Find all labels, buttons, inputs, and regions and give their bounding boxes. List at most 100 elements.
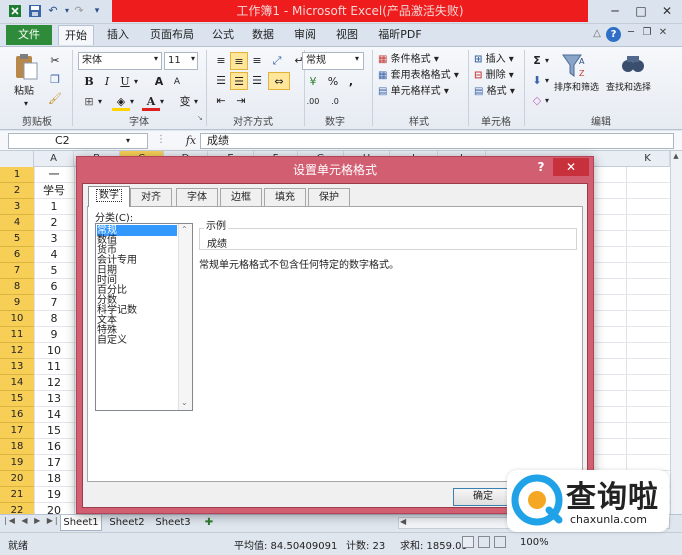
- dialog-tab-font[interactable]: 字体: [176, 188, 218, 206]
- cell-a[interactable]: 6: [34, 279, 74, 295]
- insert-cells-button[interactable]: ⊞ 插入 ▾: [474, 52, 514, 68]
- increase-decimal-icon[interactable]: .00: [304, 93, 322, 111]
- paste-dropdown-icon[interactable]: ▾: [24, 99, 28, 108]
- sheet-tab-3[interactable]: Sheet3: [152, 515, 194, 531]
- row-header[interactable]: 19: [0, 455, 34, 471]
- row-header[interactable]: 8: [0, 279, 34, 295]
- cell-a[interactable]: 4: [34, 247, 74, 263]
- row-header[interactable]: 16: [0, 407, 34, 423]
- maximize-icon[interactable]: □: [628, 0, 654, 22]
- cell-a[interactable]: 10: [34, 343, 74, 359]
- name-box-dropdown-icon[interactable]: ▾: [126, 136, 130, 145]
- cell-a[interactable]: 13: [34, 391, 74, 407]
- conditional-format-button[interactable]: ▦ 条件格式 ▾: [378, 52, 439, 68]
- border-icon[interactable]: ⊞: [80, 93, 98, 111]
- dialog-tab-fill[interactable]: 填充: [264, 188, 306, 206]
- cell-a[interactable]: 16: [34, 439, 74, 455]
- column-header[interactable]: K: [626, 151, 670, 167]
- workbook-restore-icon[interactable]: ❐: [640, 27, 654, 41]
- find-select-button[interactable]: 查找和选择: [606, 80, 651, 96]
- font-name-dropdown-icon[interactable]: ▾: [154, 54, 158, 63]
- ok-button[interactable]: 确定: [453, 488, 513, 506]
- align-middle-icon[interactable]: ≡: [230, 52, 248, 70]
- merge-center-icon[interactable]: ⇔: [268, 72, 290, 90]
- formula-input[interactable]: 成绩: [200, 133, 674, 149]
- cell-a[interactable]: 2: [34, 215, 74, 231]
- underline-button[interactable]: U: [116, 73, 134, 91]
- row-header[interactable]: 1: [0, 167, 34, 183]
- phonetic-dropdown-icon[interactable]: ▾: [194, 97, 198, 106]
- border-dropdown-icon[interactable]: ▾: [98, 97, 102, 106]
- tab-page-layout[interactable]: 页面布局: [144, 25, 200, 45]
- paste-icon[interactable]: [12, 52, 40, 82]
- font-size-dropdown-icon[interactable]: ▾: [191, 54, 195, 63]
- currency-icon[interactable]: ¥: [304, 73, 322, 91]
- dialog-tab-alignment[interactable]: 对齐: [130, 188, 172, 206]
- italic-button[interactable]: I: [98, 73, 116, 91]
- sort-filter-icon[interactable]: AZ: [560, 52, 588, 80]
- row-header[interactable]: 4: [0, 215, 34, 231]
- scroll-up-icon[interactable]: ▲: [671, 152, 681, 162]
- category-list-scrollbar[interactable]: [178, 224, 192, 410]
- vertical-scrollbar[interactable]: [670, 151, 682, 514]
- format-cells-button[interactable]: ▤ 格式 ▾: [474, 84, 515, 100]
- row-header[interactable]: 13: [0, 359, 34, 375]
- scroll-left-icon[interactable]: ◀: [400, 517, 406, 526]
- row-header[interactable]: 12: [0, 343, 34, 359]
- tab-file[interactable]: 文件: [6, 25, 52, 45]
- cell-a[interactable]: 19: [34, 487, 74, 503]
- autosum-icon[interactable]: Σ: [528, 52, 546, 70]
- underline-dropdown-icon[interactable]: ▾: [134, 77, 138, 86]
- tab-foxit-pdf[interactable]: 福昕PDF: [372, 25, 428, 45]
- cell-a[interactable]: 18: [34, 471, 74, 487]
- fill-dropdown-icon[interactable]: ▾: [545, 76, 549, 85]
- cell-styles-button[interactable]: ▤ 单元格样式 ▾: [378, 84, 449, 100]
- insert-function-button[interactable]: fx: [182, 132, 200, 150]
- align-top-icon[interactable]: ≡: [212, 52, 230, 70]
- cell-a[interactable]: 1: [34, 199, 74, 215]
- tab-formulas[interactable]: 公式: [206, 25, 240, 45]
- fill-color-dropdown-icon[interactable]: ▾: [130, 97, 134, 106]
- number-format-dropdown-icon[interactable]: ▾: [355, 54, 359, 63]
- insert-sheet-icon[interactable]: ✚: [200, 515, 218, 531]
- row-header[interactable]: 11: [0, 327, 34, 343]
- font-name-combo[interactable]: 宋体: [78, 52, 162, 70]
- decrease-decimal-icon[interactable]: .0: [326, 93, 344, 111]
- dialog-tab-border[interactable]: 边框: [220, 188, 262, 206]
- row-header[interactable]: 20: [0, 471, 34, 487]
- cell-a[interactable]: 12: [34, 375, 74, 391]
- shrink-font-button[interactable]: A: [168, 73, 186, 91]
- zoom-level[interactable]: 100%: [520, 537, 549, 548]
- cell-a[interactable]: 3: [34, 231, 74, 247]
- formula-bar-grip-icon[interactable]: ⋮: [156, 134, 166, 145]
- cell-a[interactable]: 15: [34, 423, 74, 439]
- row-header[interactable]: 3: [0, 199, 34, 215]
- row-header[interactable]: 17: [0, 423, 34, 439]
- column-header[interactable]: A: [34, 151, 74, 167]
- format-as-table-button[interactable]: ▦ 套用表格格式 ▾: [378, 68, 459, 84]
- align-bottom-icon[interactable]: ≡: [248, 52, 266, 70]
- font-color-icon[interactable]: A: [142, 93, 160, 111]
- align-right-icon[interactable]: ☰: [248, 72, 266, 90]
- row-header[interactable]: 6: [0, 247, 34, 263]
- orientation-icon[interactable]: ⤢: [268, 52, 286, 70]
- redo-icon[interactable]: ↷: [72, 4, 86, 18]
- excel-logo-icon[interactable]: [8, 4, 22, 18]
- cell-a[interactable]: 5: [34, 263, 74, 279]
- delete-cells-button[interactable]: ⊟ 删除 ▾: [474, 68, 514, 84]
- sheet-tab-1[interactable]: Sheet1: [60, 515, 102, 531]
- tab-insert[interactable]: 插入: [100, 25, 136, 45]
- row-header[interactable]: 7: [0, 263, 34, 279]
- font-dialog-launcher-icon[interactable]: ↘: [197, 114, 205, 122]
- align-left-icon[interactable]: ☰: [212, 72, 230, 90]
- paste-button[interactable]: 粘贴: [14, 84, 34, 100]
- fill-icon[interactable]: ⬇: [528, 72, 546, 90]
- cell-a[interactable]: 14: [34, 407, 74, 423]
- grow-font-button[interactable]: A: [150, 73, 168, 91]
- row-header[interactable]: 2: [0, 183, 34, 199]
- page-layout-view-icon[interactable]: [478, 536, 490, 548]
- row-header[interactable]: 18: [0, 439, 34, 455]
- cut-icon[interactable]: ✂: [46, 52, 64, 70]
- row-header[interactable]: 14: [0, 375, 34, 391]
- customize-toolbar-icon[interactable]: ▾: [90, 4, 104, 18]
